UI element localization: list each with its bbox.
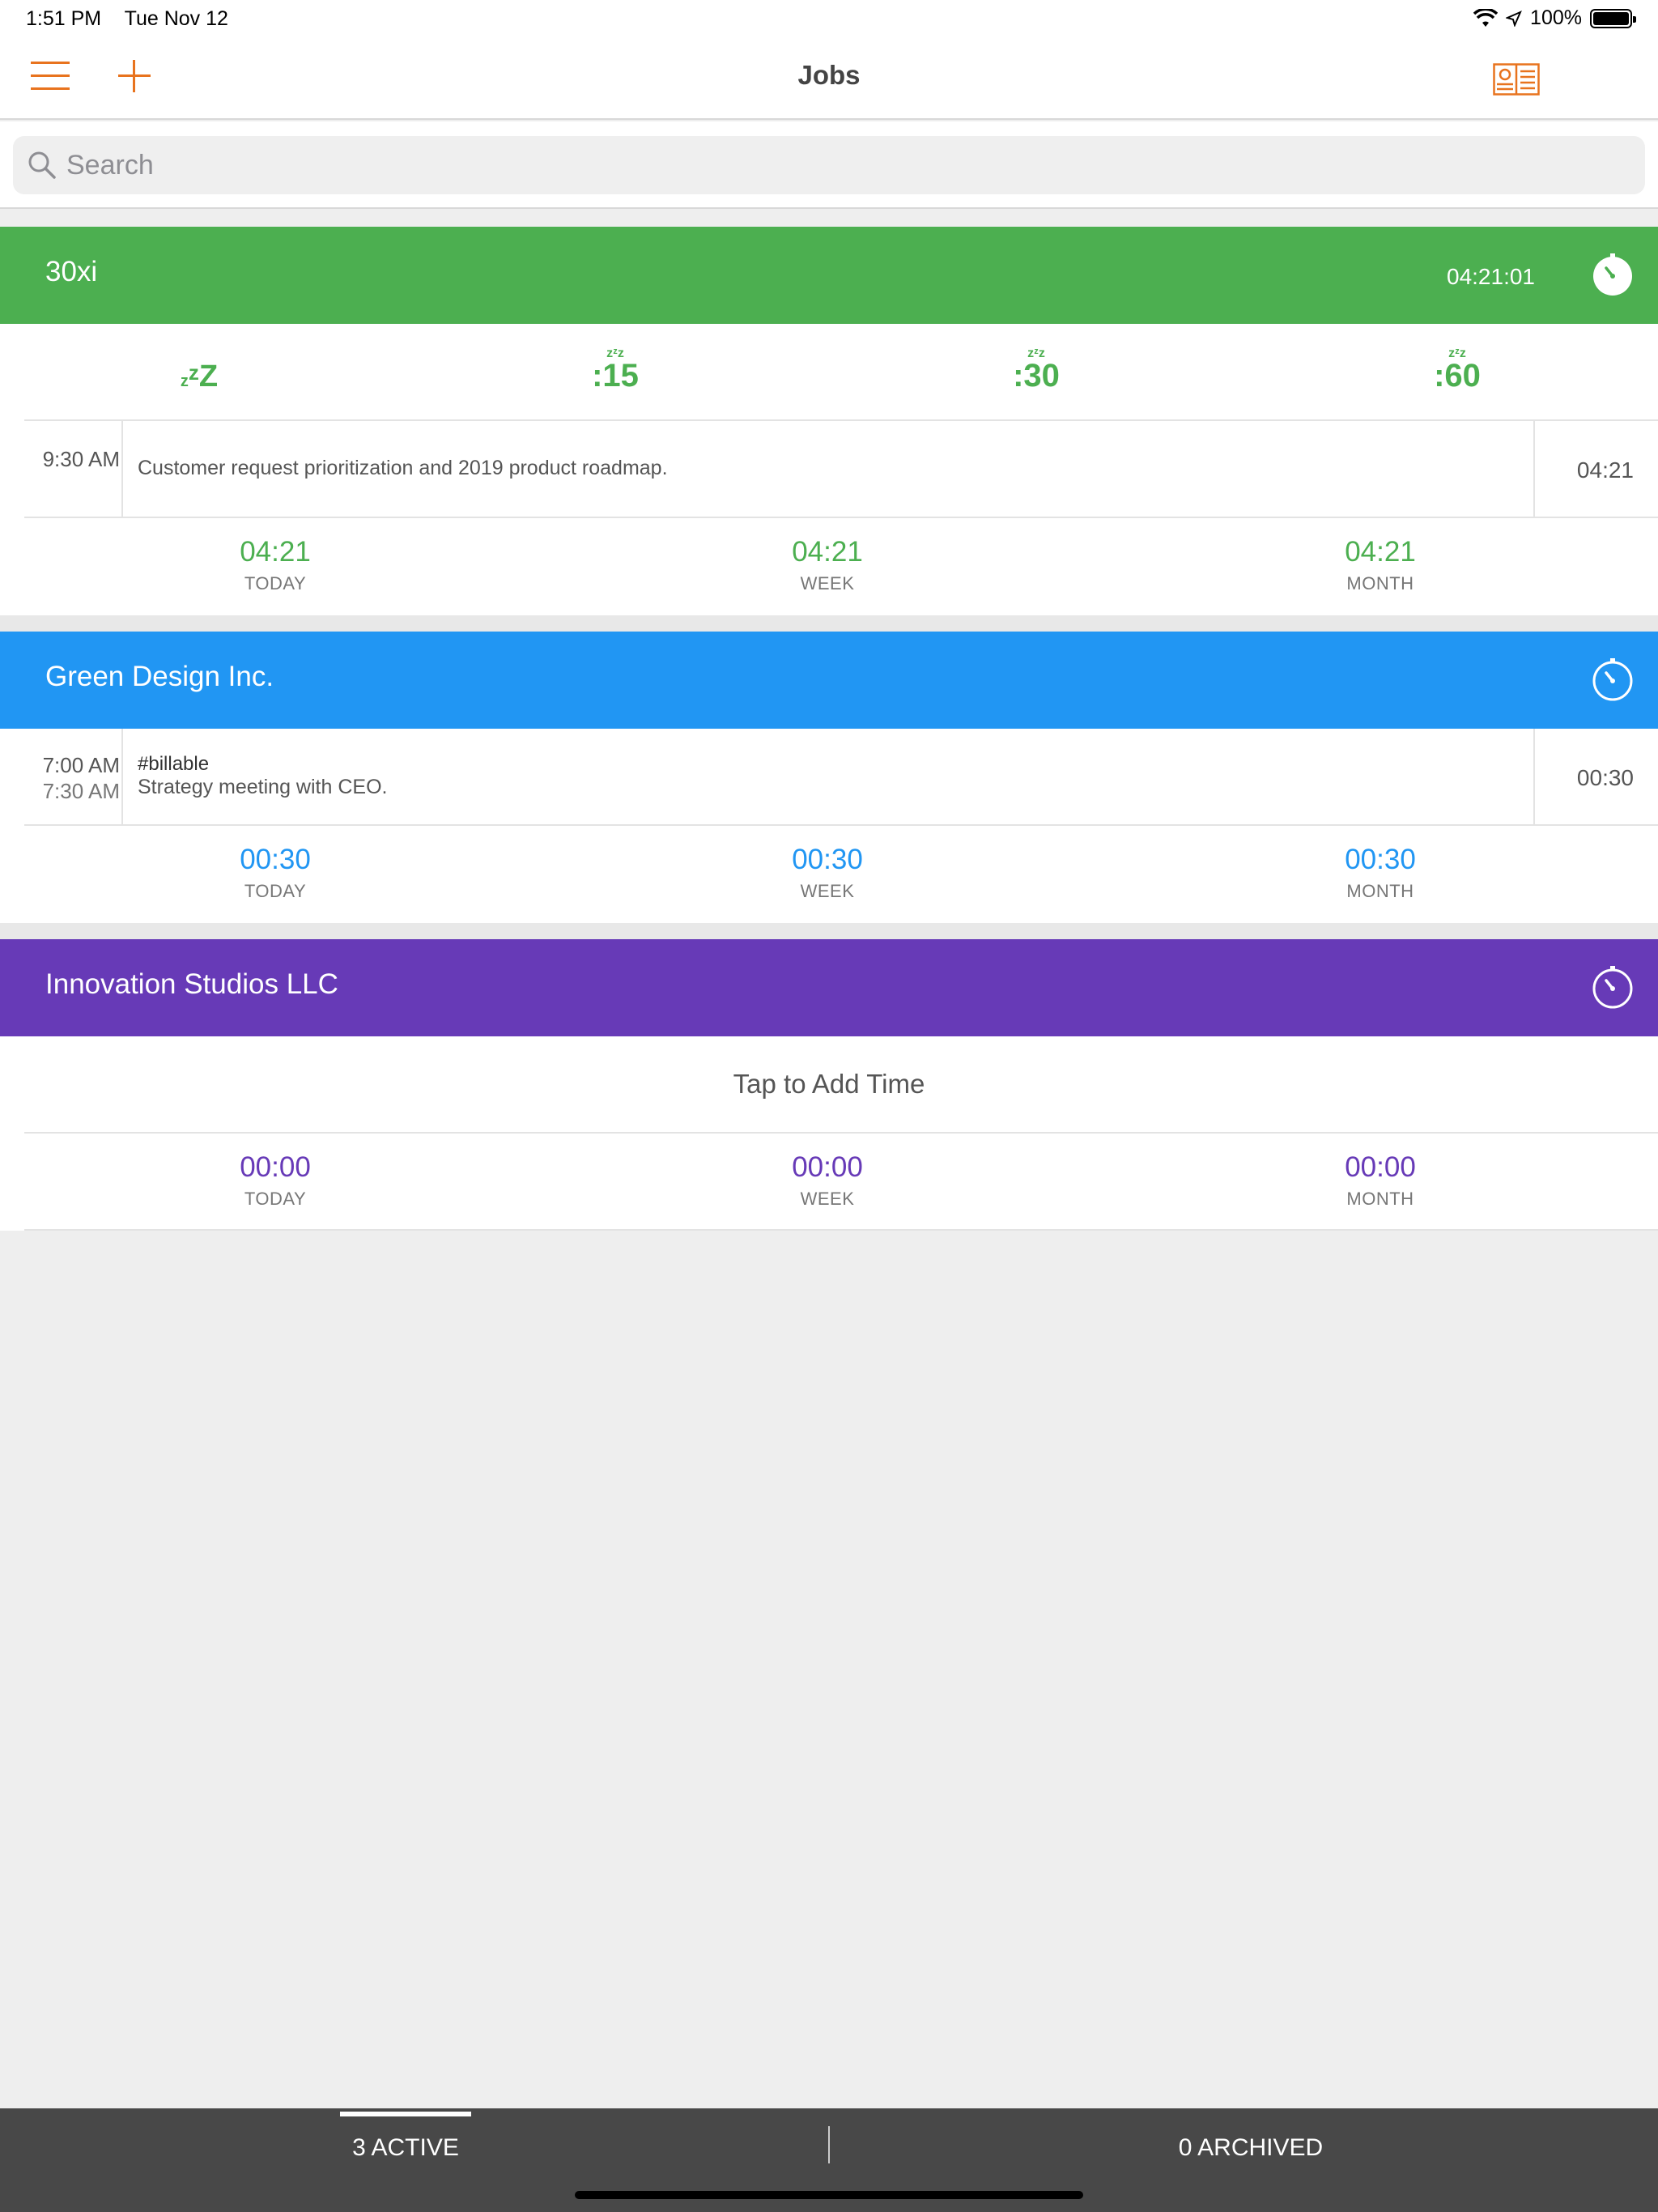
quick-add-row: zzZ zᶻz :15 zᶻz :30 zᶻz :60	[24, 324, 1658, 421]
status-time: 1:51 PM	[26, 7, 102, 30]
total-today: 00:00 TODAY	[240, 1151, 311, 1209]
tap-to-add-label: Tap to Add Time	[733, 1069, 925, 1099]
job-header[interactable]: Innovation Studios LLC	[0, 939, 1658, 1036]
entry-start-time: 7:00 AM	[42, 753, 120, 777]
location-icon	[1506, 10, 1522, 27]
entry-tag: #billable	[138, 753, 210, 775]
quick-15-button[interactable]: zᶻz :15	[567, 347, 664, 393]
search-box[interactable]	[13, 136, 1645, 194]
status-date: Tue Nov 12	[124, 7, 228, 30]
total-week: 00:30 WEEK	[792, 844, 863, 901]
total-today: 00:30 TODAY	[240, 844, 311, 901]
total-today: 04:21 TODAY	[240, 536, 311, 593]
total-week: 00:00 WEEK	[792, 1151, 863, 1209]
job-name: Innovation Studios LLC	[45, 968, 338, 1000]
quick-30-button[interactable]: zᶻz :30	[988, 347, 1085, 393]
job-name: 30xi	[45, 256, 98, 287]
battery-percent: 100%	[1530, 6, 1582, 29]
card-separator	[0, 615, 1658, 632]
quick-15-label: :15	[592, 358, 639, 393]
job-card-green-design: Green Design Inc. 7:00 AM 7:30 AM #billa…	[0, 632, 1658, 923]
entry-note: Customer request prioritization and 2019…	[138, 457, 668, 479]
search-icon	[28, 151, 56, 179]
tab-separator	[828, 2126, 830, 2163]
entry-duration: 00:30	[1576, 765, 1634, 790]
job-name: Green Design Inc.	[45, 661, 274, 692]
stopwatch-icon[interactable]	[1590, 657, 1635, 702]
card-separator	[0, 923, 1658, 939]
stopwatch-icon[interactable]	[1590, 252, 1635, 297]
job-card-30xi: 30xi 04:21:01 zzZ zᶻz :15 zᶻz :30 zᶻz :6…	[0, 227, 1658, 615]
time-entry-row[interactable]: 9:30 AM Customer request prioritization …	[24, 421, 1658, 518]
quick-30-label: :30	[1013, 358, 1060, 393]
total-month: 00:00 MONTH	[1345, 1151, 1416, 1209]
navigation-bar: Jobs	[0, 39, 1658, 120]
report-icon[interactable]	[1493, 63, 1540, 96]
totals-row: 00:30 TODAY 00:30 WEEK 00:30 MONTH	[24, 826, 1658, 923]
tab-archived[interactable]: 0 ARCHIVED	[1150, 2134, 1352, 2162]
total-week: 04:21 WEEK	[792, 536, 863, 593]
job-running-timer: 04:21:01	[1447, 264, 1535, 289]
job-header[interactable]: 30xi 04:21:01	[0, 227, 1658, 324]
active-tab-indicator	[340, 2112, 471, 2116]
quick-60-label: :60	[1434, 358, 1481, 393]
entry-duration: 04:21	[1576, 457, 1634, 483]
job-header[interactable]: Green Design Inc.	[0, 632, 1658, 729]
search-bar	[0, 121, 1658, 209]
search-input[interactable]	[66, 149, 1605, 181]
entry-note: Strategy meeting with CEO.	[138, 776, 388, 798]
quick-snooze-button[interactable]: zzZ	[151, 356, 248, 398]
entry-start-time: 9:30 AM	[42, 447, 120, 471]
status-bar: 1:51 PM Tue Nov 12 100%	[0, 0, 1658, 39]
tab-active[interactable]: 3 ACTIVE	[300, 2134, 512, 2162]
total-month: 00:30 MONTH	[1345, 844, 1416, 901]
total-month: 04:21 MONTH	[1345, 536, 1416, 593]
battery-icon	[1590, 8, 1636, 28]
tap-to-add-time[interactable]: Tap to Add Time	[24, 1036, 1658, 1134]
job-card-innovation-studios: Innovation Studios LLC Tap to Add Time 0…	[0, 939, 1658, 1231]
wifi-icon	[1473, 8, 1499, 27]
stopwatch-icon[interactable]	[1590, 964, 1635, 1010]
time-entry-row[interactable]: 7:00 AM 7:30 AM #billable Strategy meeti…	[24, 729, 1658, 826]
status-right: 100%	[1473, 6, 1636, 30]
page-title: Jobs	[797, 60, 861, 90]
quick-60-button[interactable]: zᶻz :60	[1409, 347, 1506, 393]
status-left: 1:51 PM Tue Nov 12	[26, 7, 246, 31]
totals-row: 04:21 TODAY 04:21 WEEK 04:21 MONTH	[24, 518, 1658, 615]
entry-end-time: 7:30 AM	[42, 779, 120, 803]
totals-row: 00:00 TODAY 00:00 WEEK 00:00 MONTH	[24, 1134, 1658, 1231]
bottom-tab-bar: 3 ACTIVE 0 ARCHIVED	[0, 2108, 1658, 2212]
home-indicator[interactable]	[575, 2191, 1083, 2199]
